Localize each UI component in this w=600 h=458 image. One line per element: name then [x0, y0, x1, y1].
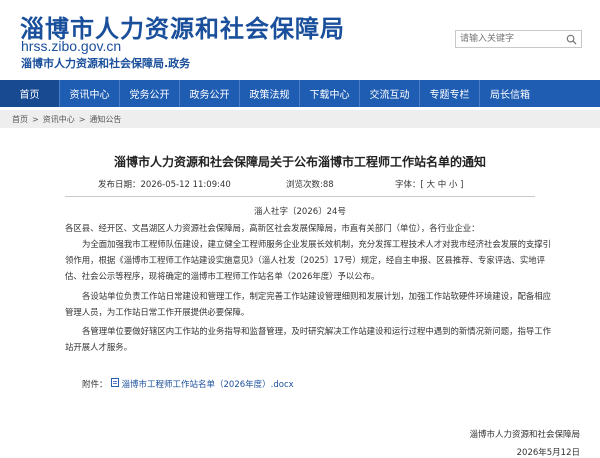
breadcrumb-home[interactable]: 首页: [12, 114, 28, 125]
breadcrumb-separator: >: [78, 114, 86, 124]
nav-item-government-affairs[interactable]: 政务公开: [180, 80, 240, 107]
main-nav: 首页 资讯中心 党务公开 政务公开 政策法规 下载中心 交流互动 专题专栏 局长…: [0, 80, 600, 107]
font-size-control[interactable]: 字体：[ 大 中 小 ]: [395, 178, 463, 190]
nav-item-director-mailbox[interactable]: 局长信箱: [480, 80, 540, 107]
nav-item-home[interactable]: 首页: [0, 80, 60, 107]
site-subtitle: 淄博市人力资源和社会保障局.政务: [21, 57, 191, 70]
breadcrumb-separator: >: [32, 114, 39, 124]
search-input[interactable]: [456, 31, 560, 47]
magnifier-icon[interactable]: [561, 31, 581, 47]
attachment-link[interactable]: 淄博市工程师工作站名单（2026年度）.docx: [122, 378, 294, 390]
signature-date: 2026年5月12日: [516, 448, 580, 458]
attachment-label: 附件：: [82, 380, 108, 390]
breadcrumb-notices[interactable]: 通知公告: [89, 114, 121, 125]
site-domain: hrss.zibo.gov.cn: [21, 38, 122, 54]
article-meta: 发布日期：2026-05-12 11:09:40 浏览次数:88 字体：[ 大 …: [0, 178, 600, 192]
signature-org: 淄博市人力资源和社会保障局: [469, 430, 580, 440]
attachment: 附件： 淄博市工程师工作站名单（2026年度）.docx: [82, 378, 294, 390]
divider: [65, 196, 535, 197]
paragraph-2: 各设站单位负责工作站日常建设和管理工作，制定完善工作站建设管理细则和发展计划，加…: [65, 291, 551, 317]
publish-date: 发布日期：2026-05-12 11:09:40: [98, 180, 231, 190]
nav-item-policies[interactable]: 政策法规: [240, 80, 300, 107]
breadcrumb-news[interactable]: 资讯中心: [43, 114, 75, 125]
breadcrumb: 首页 > 资讯中心 > 通知公告: [0, 110, 600, 128]
nav-item-interaction[interactable]: 交流互动: [360, 80, 420, 107]
document-icon: [110, 378, 119, 390]
view-count: 浏览次数:88: [286, 180, 334, 190]
recipients: 各区县、经开区、文昌湖区人力资源社会保障局，高新区社会发展保障局，市直有关部门（…: [65, 223, 480, 233]
nav-item-special-topics[interactable]: 专题专栏: [420, 80, 480, 107]
paragraph-3: 各管理单位要做好辖区内工作站的业务指导和监督管理，及时研究解决工作站建设和运行过…: [65, 326, 551, 352]
paragraph-1: 为全面加强我市工程师队伍建设，建立健全工程师服务企业发展长效机制，充分发挥工程技…: [65, 239, 551, 281]
nav-item-party-affairs[interactable]: 党务公开: [120, 80, 180, 107]
article-title: 淄博市人力资源和社会保障局关于公布淄博市工程师工作站名单的通知: [113, 155, 486, 169]
nav-item-news[interactable]: 资讯中心: [60, 80, 120, 107]
search-box: [455, 30, 582, 48]
nav-item-downloads[interactable]: 下载中心: [300, 80, 360, 107]
document-number: 淄人社字〔2026〕24号: [254, 207, 346, 217]
site-header: 淄博市人力资源和社会保障局 hrss.zibo.gov.cn 淄博市人力资源和社…: [0, 0, 600, 80]
